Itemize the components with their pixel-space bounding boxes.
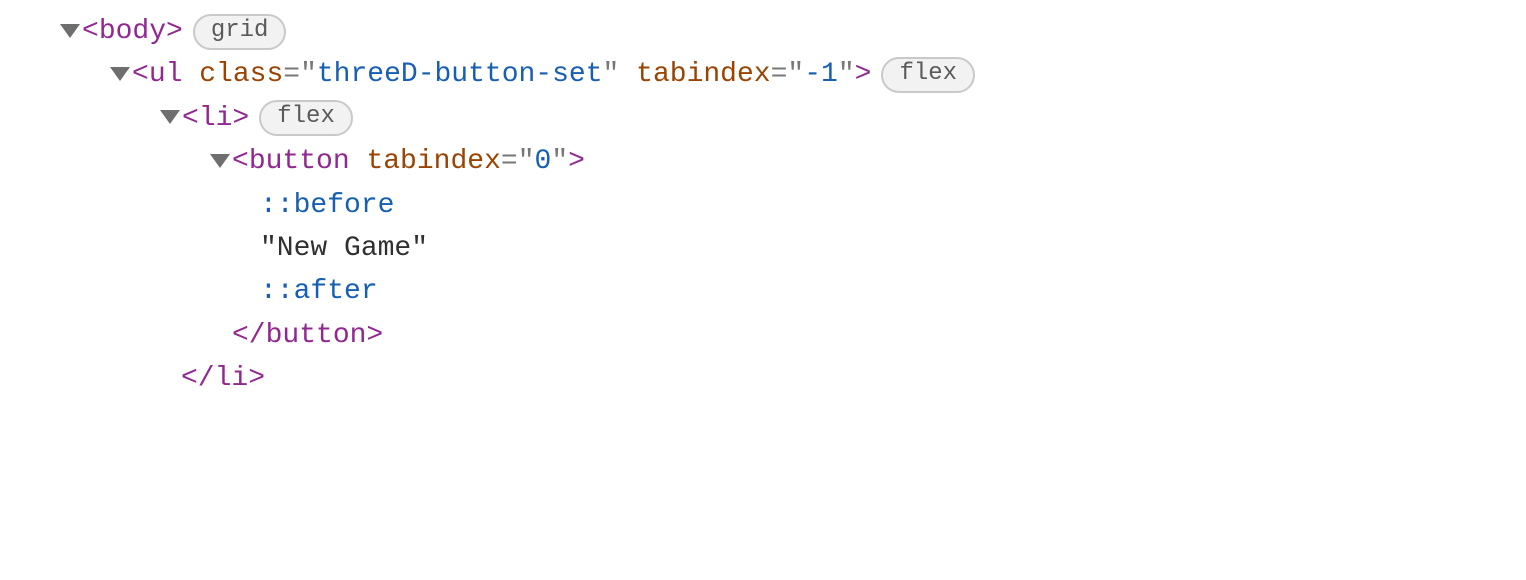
dom-tree-row[interactable]: <body> grid — [0, 10, 1526, 53]
quote: " — [300, 53, 317, 96]
attr-name-tabindex: tabindex — [636, 53, 770, 96]
tag-close-bracket: > — [568, 140, 585, 183]
expand-arrow-icon[interactable] — [160, 110, 180, 124]
tag-open-bracket: < — [232, 140, 249, 183]
space — [619, 53, 636, 96]
tag-name-ul: ul — [149, 53, 183, 96]
tag-close-bracket: > — [232, 97, 249, 140]
dom-tree-row[interactable]: </button> — [0, 314, 1526, 357]
expand-arrow-icon[interactable] — [110, 67, 130, 81]
dom-tree-row[interactable]: ::after — [0, 270, 1526, 313]
equals: = — [771, 53, 788, 96]
space — [182, 53, 199, 96]
dom-tree-row[interactable]: ::before — [0, 184, 1526, 227]
attr-value-tabindex: 0 — [535, 140, 552, 183]
closing-tag-li: </li> — [181, 357, 265, 400]
tag-close-bracket: > — [855, 53, 872, 96]
layout-badge-flex[interactable]: flex — [259, 100, 353, 136]
attr-value-tabindex: -1 — [804, 53, 838, 96]
tag-name-li: li — [199, 97, 233, 140]
pseudo-after: ::after — [260, 270, 378, 313]
dom-tree-row[interactable]: <li> flex — [0, 97, 1526, 140]
attr-name-class: class — [199, 53, 283, 96]
expand-arrow-icon[interactable] — [210, 154, 230, 168]
closing-tag-button: </button> — [232, 314, 383, 357]
quote: " — [551, 140, 568, 183]
equals: = — [501, 140, 518, 183]
tag-open-bracket: < — [182, 97, 199, 140]
dom-tree-row[interactable]: <ul class="threeD-button-set" tabindex="… — [0, 53, 1526, 96]
quote: " — [603, 53, 620, 96]
tag-name-button: button — [249, 140, 350, 183]
dom-tree-row[interactable]: </li> — [0, 357, 1526, 400]
expand-arrow-icon[interactable] — [60, 24, 80, 38]
tag-open-bracket: < — [82, 10, 99, 53]
quote: " — [518, 140, 535, 183]
quote: " — [838, 53, 855, 96]
quote: " — [787, 53, 804, 96]
dom-tree-row[interactable]: "New Game" — [0, 227, 1526, 270]
tag-close-bracket: > — [166, 10, 183, 53]
space — [350, 140, 367, 183]
attr-name-tabindex: tabindex — [366, 140, 500, 183]
layout-badge-flex[interactable]: flex — [881, 57, 975, 93]
tag-name-body: body — [99, 10, 166, 53]
attr-value-class: threeD-button-set — [317, 53, 603, 96]
dom-tree-row[interactable]: <button tabindex="0"> — [0, 140, 1526, 183]
layout-badge-grid[interactable]: grid — [193, 14, 287, 50]
tag-open-bracket: < — [132, 53, 149, 96]
text-node: "New Game" — [260, 227, 428, 270]
equals: = — [283, 53, 300, 96]
pseudo-before: ::before — [260, 184, 394, 227]
